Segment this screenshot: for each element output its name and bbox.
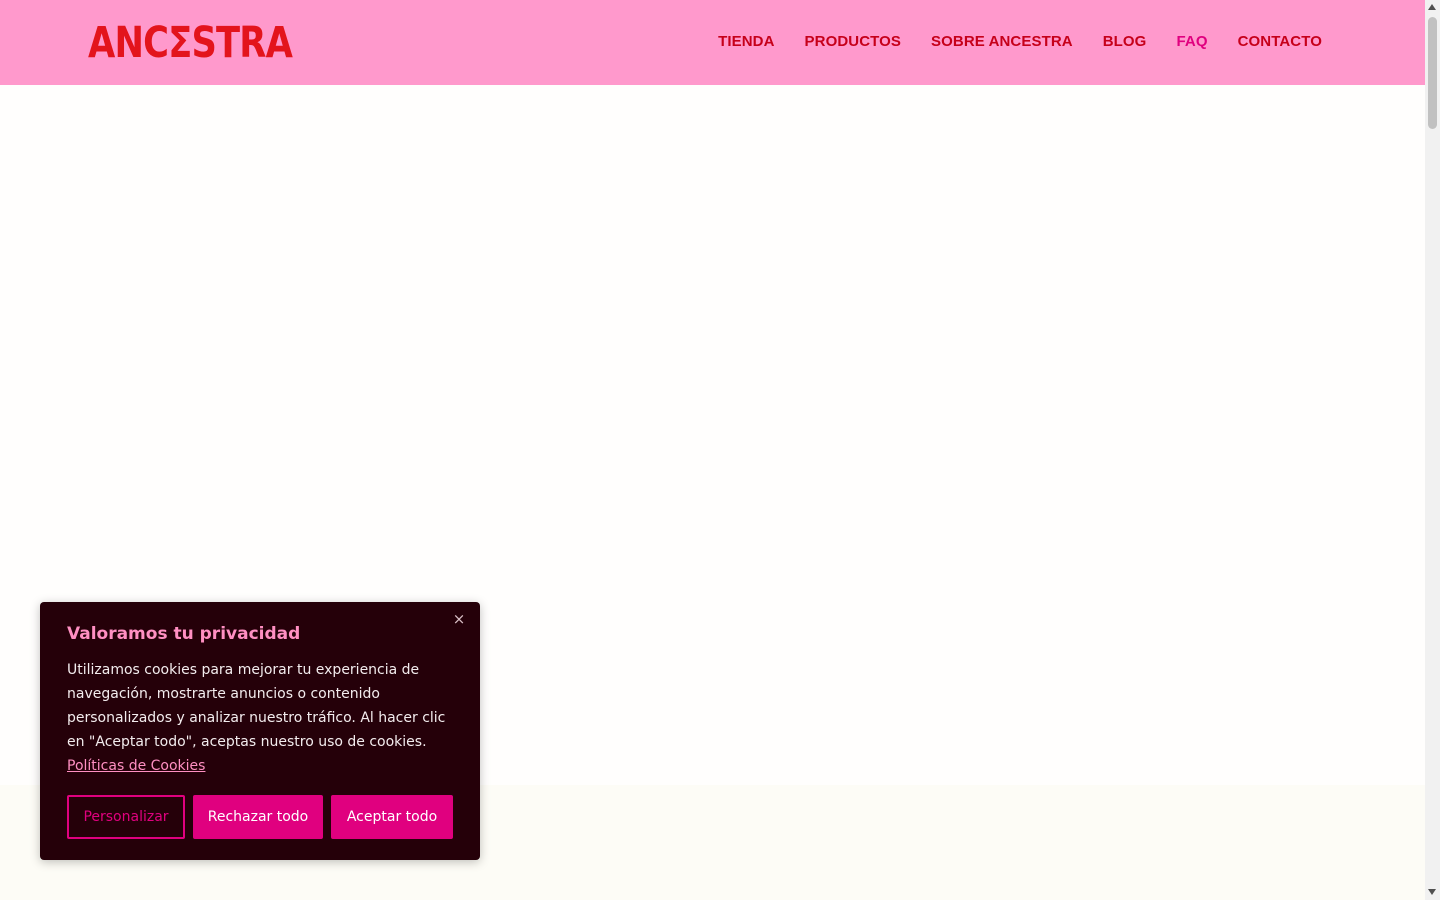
customize-button[interactable]: Personalizar [67, 795, 185, 839]
cookie-consent-banner: × Valoramos tu privacidad Utilizamos coo… [40, 602, 480, 860]
cookie-banner-actions: Personalizar Rechazar todo Aceptar todo [67, 795, 453, 839]
scroll-up-arrow-icon[interactable] [1428, 4, 1436, 10]
reject-all-button[interactable]: Rechazar todo [193, 795, 323, 839]
nav-item-blog[interactable]: BLOG [1103, 33, 1147, 50]
cookie-policy-link[interactable]: Políticas de Cookies [67, 758, 205, 774]
main-nav: TIENDA PRODUCTOS SOBRE ANCESTRA BLOG FAQ… [718, 33, 1322, 50]
site-header: ANCΣSTRA TIENDA PRODUCTOS SOBRE ANCESTRA… [0, 0, 1425, 85]
cookie-banner-title: Valoramos tu privacidad [67, 624, 301, 644]
brand-logo[interactable]: ANCΣSTRA [88, 14, 293, 72]
accept-all-button[interactable]: Aceptar todo [331, 795, 453, 839]
scroll-thumb[interactable] [1428, 17, 1437, 129]
cookie-banner-body-text: Utilizamos cookies para mejorar tu exper… [67, 662, 446, 750]
page-scrollbar[interactable] [1425, 0, 1440, 900]
cookie-banner-body: Utilizamos cookies para mejorar tu exper… [67, 658, 457, 778]
nav-item-contacto[interactable]: CONTACTO [1238, 33, 1322, 50]
nav-item-tienda[interactable]: TIENDA [718, 33, 774, 50]
close-icon[interactable]: × [452, 612, 466, 627]
nav-item-productos[interactable]: PRODUCTOS [805, 33, 901, 50]
scroll-down-arrow-icon[interactable] [1428, 889, 1436, 895]
nav-item-sobre-ancestra[interactable]: SOBRE ANCESTRA [931, 33, 1073, 50]
nav-item-faq[interactable]: FAQ [1176, 33, 1207, 50]
